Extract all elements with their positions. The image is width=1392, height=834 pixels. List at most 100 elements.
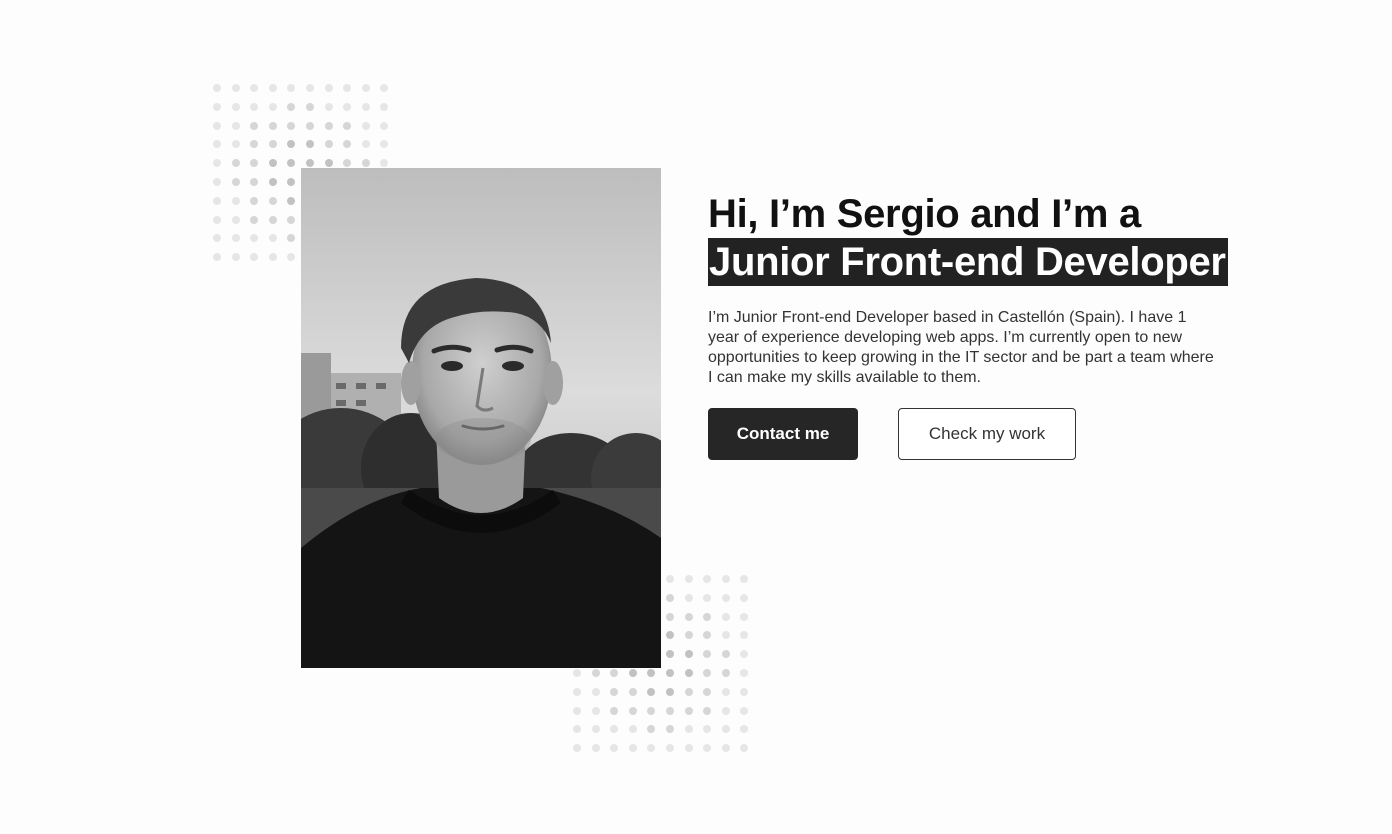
decorative-dot xyxy=(684,631,693,640)
decorative-dot xyxy=(250,215,259,224)
decorative-dot xyxy=(721,706,730,715)
decorative-dot xyxy=(684,687,693,696)
decorative-dot xyxy=(740,612,749,621)
decorative-dot xyxy=(250,84,259,92)
decorative-dot xyxy=(647,706,656,715)
decorative-dot xyxy=(573,706,581,715)
decorative-dot xyxy=(610,668,619,677)
decorative-dot xyxy=(665,612,674,621)
decorative-dot xyxy=(361,140,370,149)
decorative-dot xyxy=(665,668,674,677)
decorative-dot xyxy=(213,159,221,168)
decorative-dot xyxy=(647,668,656,677)
decorative-dot xyxy=(268,215,277,224)
greeting-text: Hi, I’m Sergio and I’m a xyxy=(708,192,1141,236)
decorative-dot xyxy=(591,706,600,715)
decorative-dot xyxy=(324,140,333,149)
decorative-dot xyxy=(647,744,656,753)
decorative-dot xyxy=(721,687,730,696)
decorative-dot xyxy=(721,575,730,583)
decorative-dot xyxy=(684,612,693,621)
decorative-dot xyxy=(213,140,221,149)
decorative-dot xyxy=(213,234,221,243)
decorative-dot xyxy=(703,668,712,677)
hero-headline: Hi, I’m Sergio and I’m a Junior Front-en… xyxy=(708,190,1268,286)
decorative-dot xyxy=(287,84,296,92)
decorative-dot xyxy=(231,159,240,168)
hero-text: Hi, I’m Sergio and I’m a Junior Front-en… xyxy=(708,190,1268,460)
decorative-dot xyxy=(703,575,712,583)
decorative-dot xyxy=(628,706,637,715)
decorative-dot xyxy=(721,631,730,640)
decorative-dot xyxy=(703,631,712,640)
decorative-dot xyxy=(647,725,656,734)
decorative-dot xyxy=(231,121,240,130)
decorative-dot xyxy=(268,177,277,186)
decorative-dot xyxy=(231,177,240,186)
decorative-dot xyxy=(213,215,221,224)
decorative-dot xyxy=(305,84,314,92)
check-my-work-button[interactable]: Check my work xyxy=(898,408,1076,460)
decorative-dot xyxy=(231,234,240,243)
decorative-dot xyxy=(740,744,749,753)
decorative-dot xyxy=(287,234,296,243)
decorative-dot xyxy=(665,687,674,696)
decorative-dot xyxy=(703,612,712,621)
decorative-dot xyxy=(305,159,314,168)
decorative-dot xyxy=(305,140,314,149)
decorative-dot xyxy=(684,744,693,753)
decorative-dot xyxy=(287,102,296,111)
decorative-dot xyxy=(213,196,221,205)
decorative-dot xyxy=(665,575,674,583)
decorative-dot xyxy=(721,744,730,753)
decorative-dot xyxy=(721,650,730,659)
bio-paragraph: I’m Junior Front-end Developer based in … xyxy=(708,309,1214,386)
decorative-dot xyxy=(380,84,389,92)
decorative-dot xyxy=(573,725,581,734)
decorative-dot xyxy=(231,140,240,149)
decorative-dot xyxy=(324,159,333,168)
decorative-dot xyxy=(287,121,296,130)
decorative-dot xyxy=(268,234,277,243)
decorative-dot xyxy=(287,177,296,186)
decorative-dot xyxy=(287,253,296,262)
decorative-dot xyxy=(740,687,749,696)
decorative-dot xyxy=(287,196,296,205)
decorative-dot xyxy=(287,215,296,224)
decorative-dot xyxy=(361,102,370,111)
decorative-dot xyxy=(324,121,333,130)
decorative-dot xyxy=(721,668,730,677)
decorative-dot xyxy=(324,102,333,111)
decorative-dot xyxy=(343,159,352,168)
decorative-dot xyxy=(740,631,749,640)
decorative-dot xyxy=(305,102,314,111)
decorative-dot xyxy=(380,140,389,149)
decorative-dot xyxy=(610,706,619,715)
decorative-dot xyxy=(628,668,637,677)
decorative-dot xyxy=(213,84,221,92)
decorative-dot xyxy=(361,84,370,92)
decorative-dot xyxy=(250,253,259,262)
contact-me-button[interactable]: Contact me xyxy=(708,408,858,460)
decorative-dot xyxy=(665,650,674,659)
decorative-dot xyxy=(665,744,674,753)
decorative-dot xyxy=(250,121,259,130)
decorative-dot xyxy=(573,744,581,753)
decorative-dot xyxy=(268,84,277,92)
decorative-dot xyxy=(361,159,370,168)
decorative-dot xyxy=(665,706,674,715)
decorative-dot xyxy=(628,725,637,734)
decorative-dot xyxy=(647,687,656,696)
decorative-dot xyxy=(703,725,712,734)
decorative-dot xyxy=(250,102,259,111)
decorative-dot xyxy=(628,744,637,753)
decorative-dot xyxy=(591,687,600,696)
hero-actions: Contact me Check my work xyxy=(708,408,1268,460)
decorative-dot xyxy=(268,121,277,130)
decorative-dot xyxy=(213,102,221,111)
role-highlight: Junior Front-end Developer xyxy=(708,238,1228,286)
decorative-dot xyxy=(380,121,389,130)
profile-photo xyxy=(301,168,661,668)
decorative-dot xyxy=(610,687,619,696)
decorative-dot xyxy=(591,668,600,677)
